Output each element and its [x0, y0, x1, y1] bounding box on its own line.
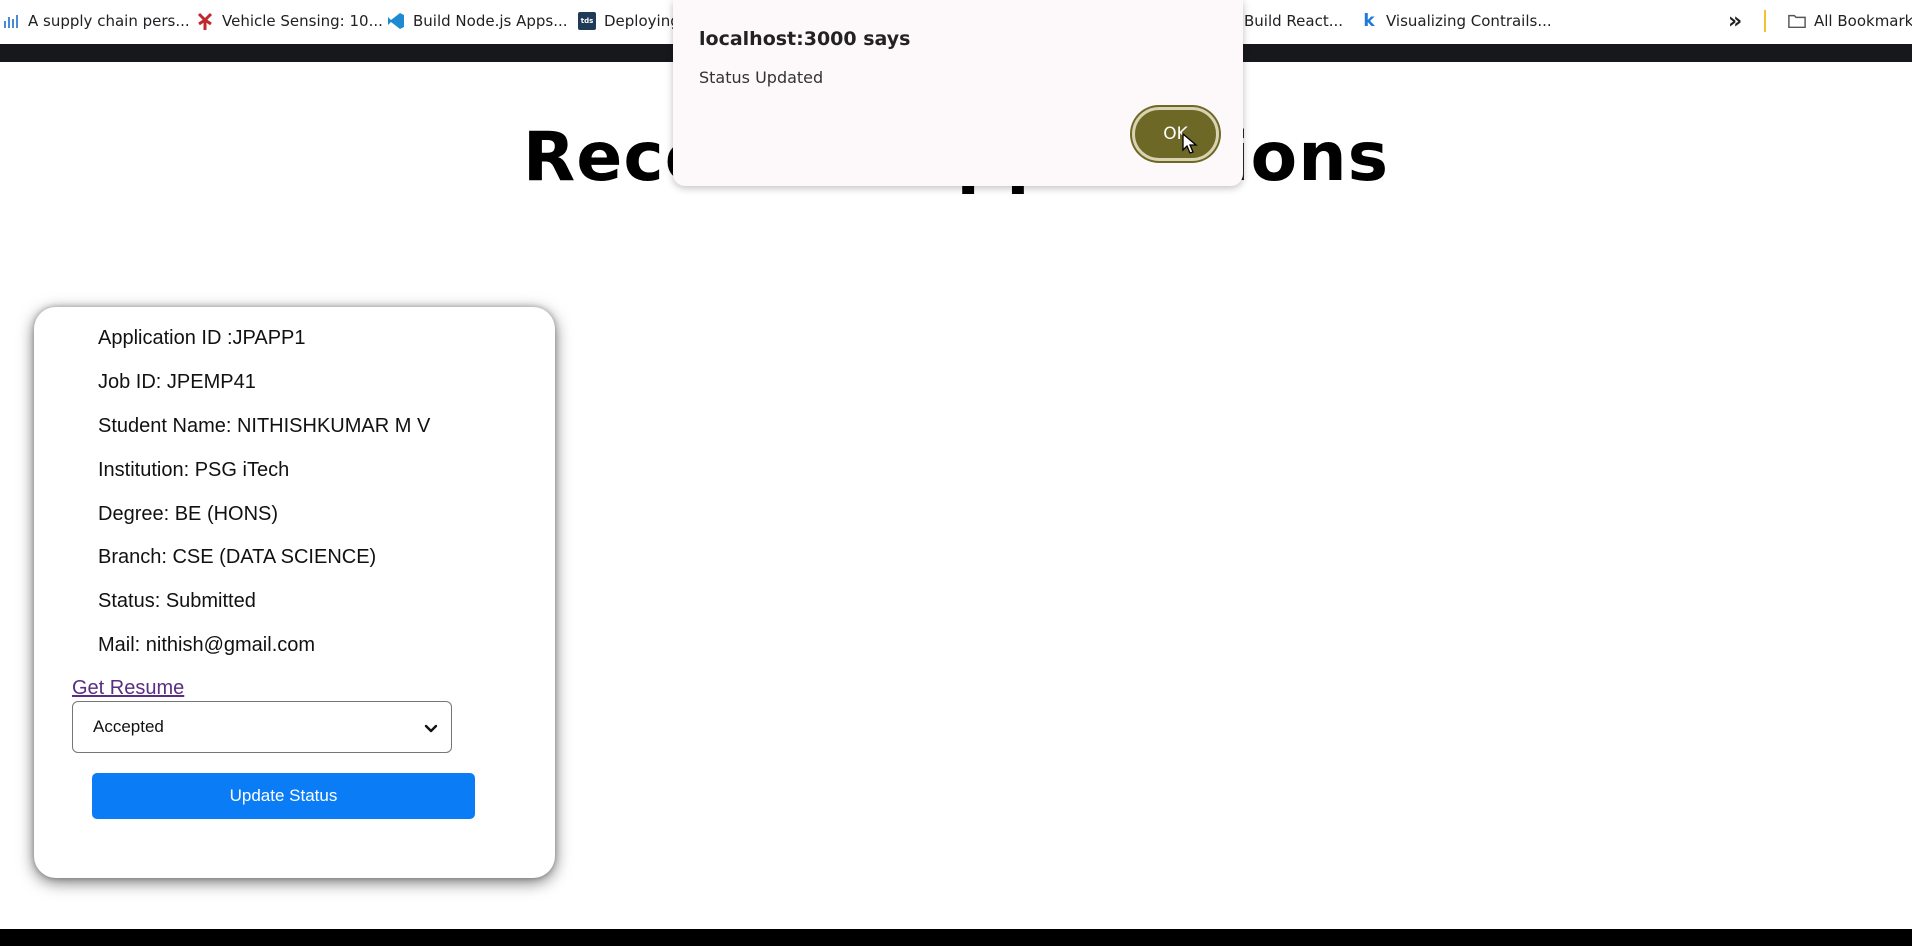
bottom-bar	[0, 929, 1912, 946]
bookmark-label: Build Node.js Apps...	[413, 12, 568, 30]
bookmark-item[interactable]: k Visualizing Contrails...	[1360, 9, 1552, 33]
update-status-button[interactable]: Update Status	[92, 773, 475, 819]
branch: Branch: CSE (DATA SCIENCE)	[98, 546, 377, 568]
degree: Degree: BE (HONS)	[98, 503, 279, 525]
chevron-down-icon	[419, 716, 443, 740]
bookmark-item[interactable]: Build Node.js Apps...	[387, 9, 568, 33]
bookmark-item[interactable]: Build React...	[1244, 9, 1343, 33]
k-icon: k	[1363, 11, 1375, 31]
all-bookmarks-button[interactable]: All Bookmarks	[1788, 9, 1912, 33]
bookmark-label: Deploying	[604, 12, 680, 30]
status-text: Status: Submitted	[98, 590, 256, 612]
bookmark-item[interactable]: Vehicle Sensing: 10...	[196, 9, 383, 33]
bookmark-label: A supply chain pers...	[28, 12, 190, 30]
ok-button[interactable]: OK	[1132, 107, 1219, 161]
alert-message: Status Updated	[699, 68, 824, 87]
status-select-value: Accepted	[93, 717, 164, 736]
bar-chart-icon	[2, 12, 20, 30]
bookmarks-overflow-button[interactable]: »	[1728, 9, 1742, 34]
vscode-icon	[387, 12, 405, 30]
application-card: Application ID :JPAPP1 Job ID: JPEMP41 S…	[34, 307, 555, 878]
separator	[1764, 10, 1766, 32]
student-name: Student Name: NITHISHKUMAR M V	[98, 415, 431, 437]
windmill-icon	[196, 12, 214, 30]
job-id: Job ID: JPEMP41	[98, 371, 256, 393]
bookmark-item[interactable]: A supply chain pers...	[2, 9, 190, 33]
bookmark-item[interactable]: tds Deploying	[578, 9, 680, 33]
mail: Mail: nithish@gmail.com	[98, 634, 316, 656]
status-select[interactable]: Accepted	[72, 701, 452, 753]
all-bookmarks-label: All Bookmarks	[1814, 12, 1912, 30]
alert-dialog: localhost:3000 says Status Updated OK	[673, 0, 1243, 186]
tds-icon: tds	[578, 12, 596, 30]
get-resume-link[interactable]: Get Resume	[72, 677, 184, 700]
institution: Institution: PSG iTech	[98, 459, 290, 481]
bookmark-label: Build React...	[1244, 12, 1344, 30]
bookmark-label: Visualizing Contrails...	[1386, 12, 1552, 30]
mouse-cursor-icon	[1182, 132, 1198, 155]
application-id: Application ID :JPAPP1	[98, 327, 306, 349]
bookmark-label: Vehicle Sensing: 10...	[222, 12, 383, 30]
alert-title: localhost:3000 says	[699, 28, 911, 50]
folder-icon	[1788, 12, 1806, 30]
